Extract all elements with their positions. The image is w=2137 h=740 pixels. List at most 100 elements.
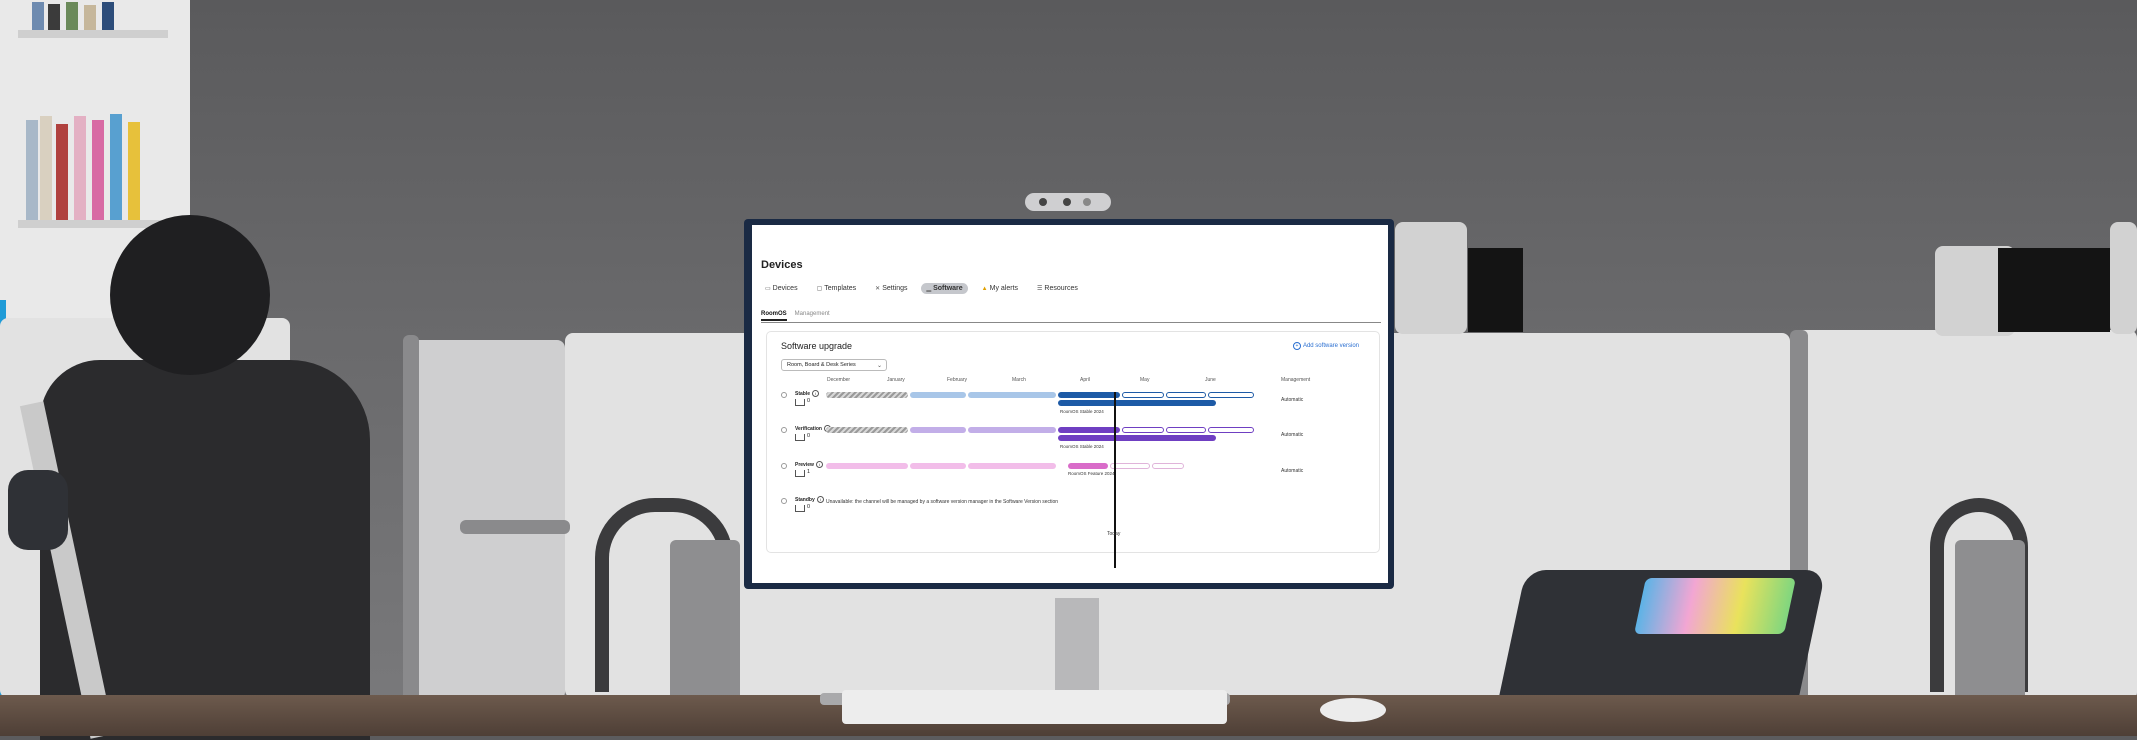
- info-icon[interactable]: i: [816, 496, 824, 503]
- camera-lens-icon: [1039, 198, 1047, 206]
- dropdown-value: Room, Board & Desk Series: [787, 362, 856, 368]
- device-series-dropdown[interactable]: Room, Board & Desk Series ⌄: [781, 359, 887, 371]
- alerts-icon: ▲: [981, 285, 988, 292]
- book: [74, 116, 86, 220]
- tab-software[interactable]: ▁ Software: [921, 283, 968, 294]
- phone-screen: [1634, 578, 1796, 634]
- shelf-board: [18, 220, 168, 228]
- channel-row-standby[interactable]: Standby i 0 Unavailable: the channel wil…: [767, 494, 1379, 528]
- book-row: [22, 0, 152, 30]
- tab-templates[interactable]: ▢ Templates: [812, 283, 862, 294]
- tab-resources[interactable]: ☰ Resources: [1032, 283, 1083, 294]
- timeline-segment-future: [1208, 427, 1254, 433]
- tab-my-alerts[interactable]: ▲ My alerts: [977, 283, 1023, 294]
- management-mode: Automatic: [1281, 397, 1304, 403]
- card-title: Software upgrade: [781, 341, 853, 351]
- info-icon[interactable]: i: [815, 461, 823, 468]
- today-marker: [1114, 392, 1116, 568]
- headset-stand: [1955, 540, 2025, 710]
- resources-icon: ☰: [1037, 286, 1043, 292]
- channel-name: Standby i: [795, 496, 824, 503]
- timeline-segment-current: [1058, 427, 1120, 433]
- row-radio[interactable]: [781, 392, 787, 398]
- tab-label: Resources: [1044, 285, 1078, 292]
- channel-row-stable[interactable]: Stable i 0 RoomOS Stable 2024 Automatic: [767, 388, 1379, 422]
- timeline-segment-current: [1058, 392, 1120, 398]
- timeline-segment: [910, 392, 966, 398]
- device-icon: [795, 470, 805, 477]
- tab-label: Templates: [824, 285, 857, 292]
- timeline-segment-past: [826, 392, 908, 398]
- tab-label: My alerts: [989, 285, 1019, 292]
- month-label: December: [827, 377, 851, 383]
- row-radio[interactable]: [781, 498, 787, 504]
- channel-name: Stable i: [795, 390, 820, 397]
- keyboard: [842, 690, 1227, 724]
- mouse: [1320, 698, 1386, 722]
- row-radio[interactable]: [781, 463, 787, 469]
- timeline-segment: [910, 427, 966, 433]
- info-icon[interactable]: i: [812, 390, 820, 397]
- management-mode: Automatic: [1281, 468, 1304, 474]
- webcam: [1025, 193, 1111, 211]
- channel-row-preview[interactable]: Preview i 1 RoomOS Feature 2024 Automati…: [767, 459, 1379, 493]
- chair-headrest: [110, 215, 270, 375]
- channel-row-verification[interactable]: Verification i 0 RoomOS Stable 2024 Auto…: [767, 423, 1379, 457]
- device-icon: [795, 434, 805, 441]
- subtab-roomos[interactable]: RoomOS: [761, 311, 787, 321]
- tab-settings[interactable]: ✕ Settings: [870, 283, 912, 294]
- month-label: June: [1205, 377, 1216, 383]
- desk-frame: [460, 520, 570, 534]
- timeline-segment-future: [1110, 463, 1150, 469]
- sub-tabs: RoomOS Management: [761, 311, 1381, 323]
- book-row: [22, 112, 152, 220]
- devices-icon: ▭: [765, 286, 771, 292]
- desk-phone: [8, 470, 68, 550]
- book: [128, 122, 140, 220]
- management-mode: Automatic: [1281, 432, 1304, 438]
- book: [84, 5, 96, 30]
- software-upgrade-card: Software upgrade + Add software version …: [766, 331, 1380, 568]
- timeline-segment: [910, 463, 966, 469]
- software-icon: ▁: [926, 286, 932, 292]
- main-tabs: ▭ Devices ▢ Templates ✕ Settings ▁ Softw…: [760, 283, 1083, 294]
- page-title: Devices: [761, 259, 803, 271]
- tab-devices[interactable]: ▭ Devices: [760, 283, 803, 294]
- timeline-segment-future: [1122, 427, 1164, 433]
- add-software-version-link[interactable]: + Add software version: [1292, 342, 1359, 350]
- channel-name-text: Preview: [795, 461, 814, 468]
- row-radio[interactable]: [781, 427, 787, 433]
- device-count: 0: [807, 398, 811, 404]
- book: [92, 120, 104, 220]
- month-label: April: [1080, 377, 1091, 383]
- book: [48, 4, 60, 30]
- plus-circle-icon: +: [1292, 342, 1301, 350]
- device-count: 1: [807, 469, 811, 475]
- timeline-segment-future: [1122, 392, 1164, 398]
- book: [56, 124, 68, 220]
- version-label: RoomOS Feature 2024: [1068, 471, 1115, 476]
- version-bar[interactable]: [1058, 400, 1216, 406]
- tab-label: Software: [933, 285, 963, 292]
- subtab-management[interactable]: Management: [795, 311, 830, 322]
- month-label: January: [887, 377, 905, 383]
- privacy-screen: [1395, 222, 1467, 334]
- book: [110, 114, 122, 220]
- timeline-segment: [968, 392, 1056, 398]
- headset-stand: [670, 540, 740, 710]
- timeline-segment-current: [1068, 463, 1108, 469]
- settings-icon: ✕: [875, 286, 881, 292]
- book: [40, 116, 52, 220]
- timeline-segment-future: [1208, 392, 1254, 398]
- device-count: 0: [807, 433, 811, 439]
- version-label: RoomOS Stable 2024: [1060, 409, 1104, 414]
- version-label: RoomOS Stable 2024: [1060, 444, 1104, 449]
- timeline-segment: [826, 463, 908, 469]
- version-bar[interactable]: [1058, 435, 1216, 441]
- today-label: Today: [1107, 531, 1121, 537]
- app-screen: Devices ▭ Devices ▢ Templates ✕ Settings…: [752, 225, 1388, 583]
- desk-frame: [403, 335, 419, 735]
- month-label: May: [1140, 377, 1150, 383]
- management-column-header: Management: [1281, 377, 1311, 383]
- tab-label: Devices: [772, 285, 798, 292]
